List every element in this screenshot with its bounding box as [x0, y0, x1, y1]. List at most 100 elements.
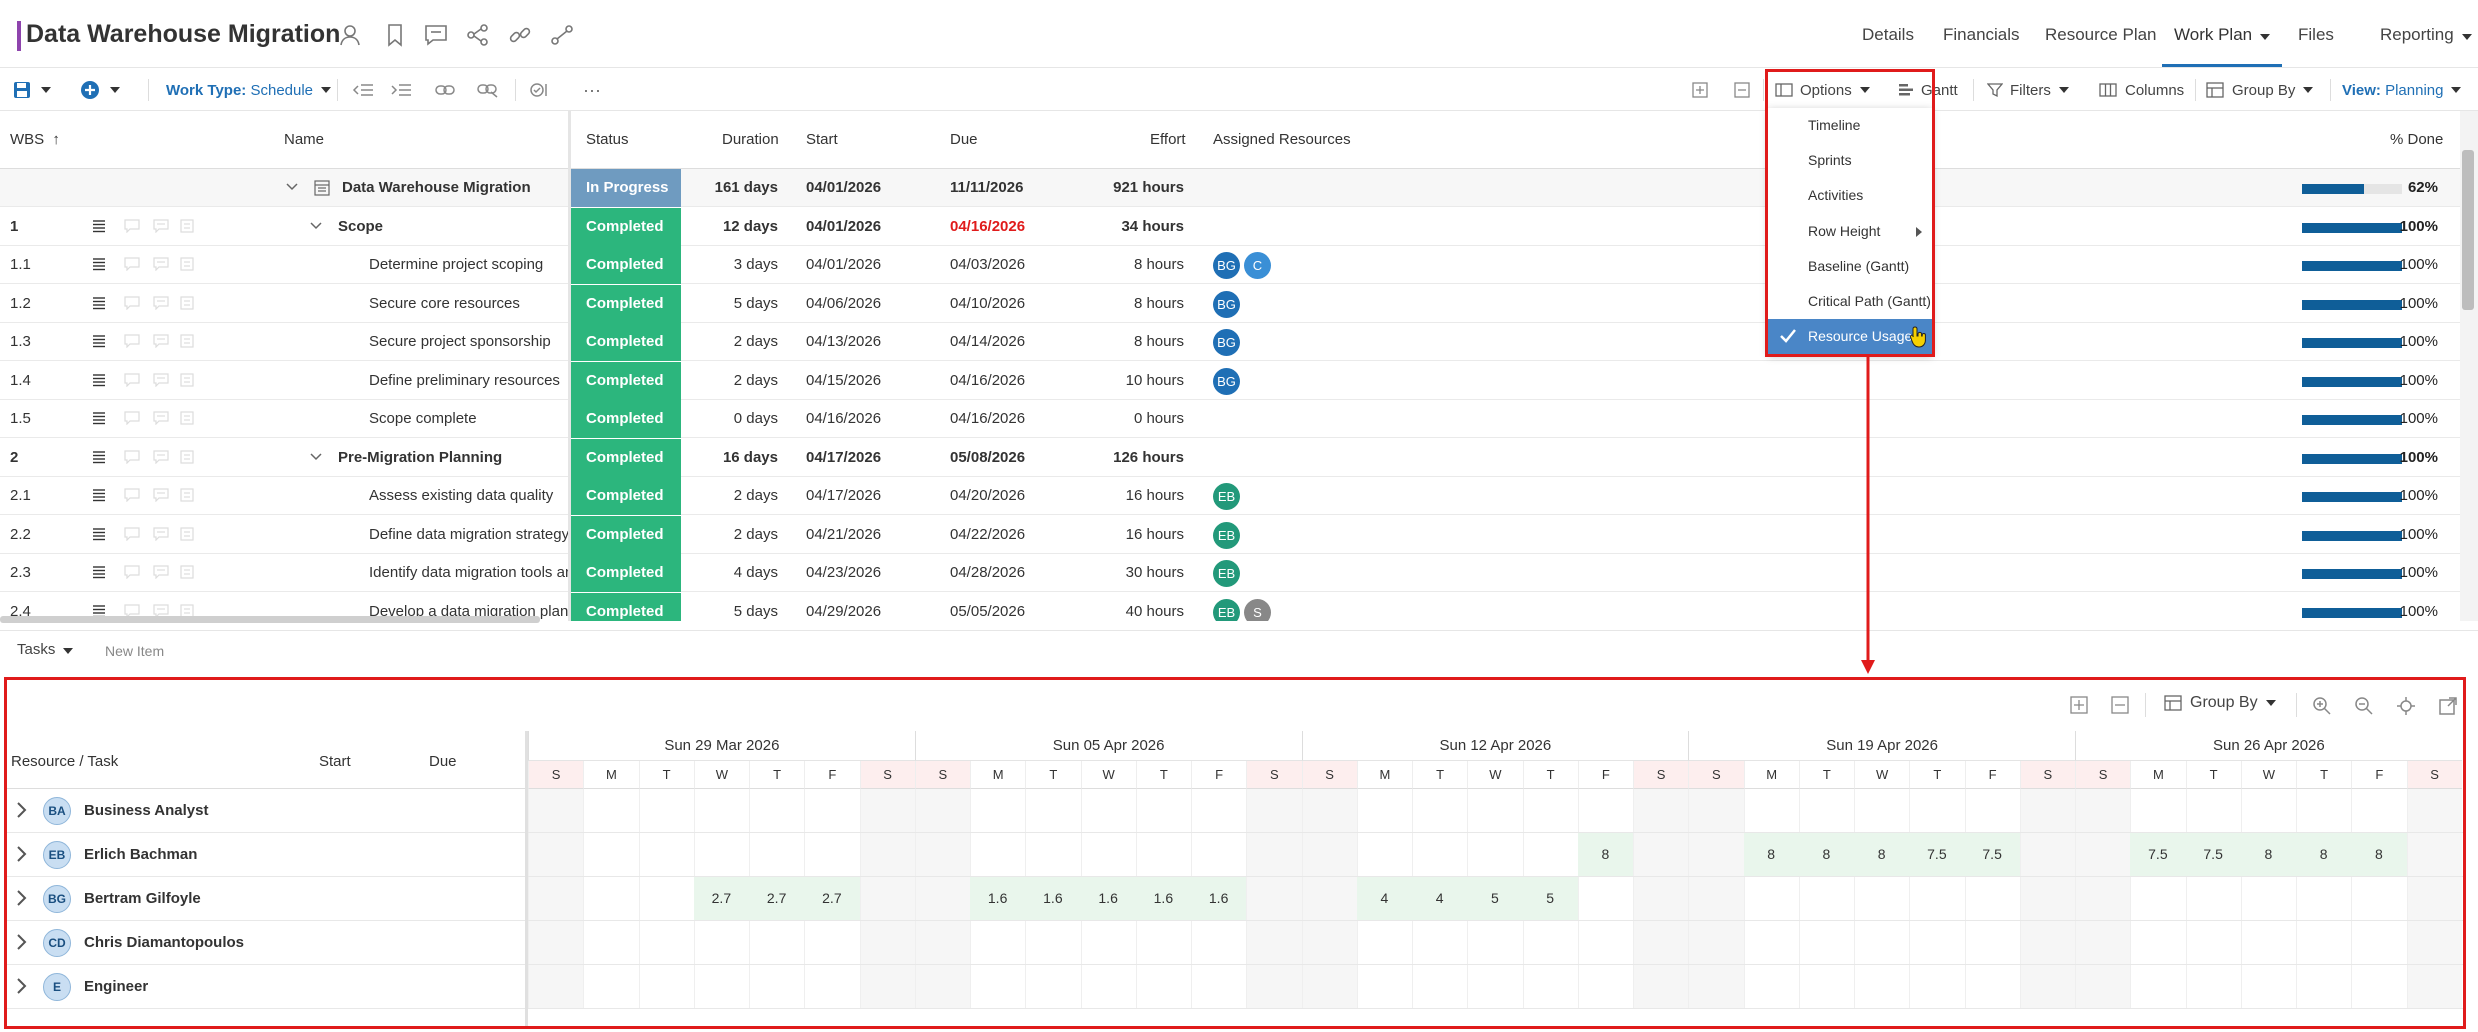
usage-cell[interactable]: 1.6: [1025, 877, 1081, 920]
start-date-cell[interactable]: 04/15/2026: [806, 362, 881, 400]
resource-name[interactable]: Business Analyst: [84, 789, 209, 833]
nav-reporting[interactable]: Reporting: [2380, 25, 2472, 45]
col-duration[interactable]: Duration: [722, 131, 779, 148]
resource-group-by-dropdown[interactable]: Group By: [2164, 694, 2276, 712]
col-resource-start[interactable]: Start: [319, 753, 351, 770]
start-date-cell[interactable]: 04/01/2026: [806, 246, 881, 284]
usage-cell[interactable]: 8: [1743, 833, 1799, 876]
resource-row[interactable]: E Engineer: [7, 965, 2463, 1009]
usage-cell[interactable]: 8: [2296, 833, 2352, 876]
chevron-down-icon[interactable]: [310, 221, 322, 230]
row-comment-icon[interactable]: [124, 334, 140, 348]
fit-to-view-icon[interactable]: [2396, 696, 2416, 716]
col-percent-done[interactable]: % Done: [2390, 131, 2443, 148]
chevron-down-icon[interactable]: [310, 452, 322, 461]
status-badge[interactable]: Completed: [571, 207, 681, 246]
menu-item-sprints[interactable]: Sprints: [1768, 143, 1932, 178]
menu-item-critical-path-gantt[interactable]: Critical Path (Gantt): [1768, 284, 1932, 319]
row-attachment-icon[interactable]: [180, 488, 194, 502]
share-icon[interactable]: [465, 22, 491, 48]
usage-cell[interactable]: 5: [1522, 877, 1578, 920]
effort-cell[interactable]: 8 hours: [1080, 285, 1184, 323]
avatar[interactable]: BG: [1213, 252, 1240, 279]
status-badge[interactable]: Completed: [571, 361, 681, 400]
start-date-cell[interactable]: 04/01/2026: [806, 208, 881, 246]
collapse-all-icon[interactable]: [1734, 69, 1750, 111]
row-attachment-icon[interactable]: [180, 295, 194, 310]
usage-cell[interactable]: 8: [2351, 833, 2407, 876]
drag-handle-icon[interactable]: [92, 527, 106, 541]
chevron-right-icon[interactable]: [16, 845, 28, 863]
row-attachment-icon[interactable]: [180, 218, 194, 233]
duration-cell[interactable]: 4 days: [692, 554, 778, 592]
start-date-cell[interactable]: 04/06/2026: [806, 285, 881, 323]
table-row[interactable]: 1.4 Define preliminary resources Completed…: [0, 361, 2460, 400]
avatar[interactable]: BG: [1213, 329, 1240, 356]
columns-button[interactable]: Columns: [2099, 69, 2184, 111]
start-date-cell[interactable]: 04/13/2026: [806, 323, 881, 361]
indent-icon[interactable]: [390, 69, 412, 111]
effort-cell[interactable]: 0 hours: [1080, 400, 1184, 438]
task-name[interactable]: Data Warehouse Migration: [342, 169, 531, 207]
start-date-cell[interactable]: 04/29/2026: [806, 593, 881, 622]
avatar[interactable]: C: [1244, 252, 1271, 279]
usage-cell[interactable]: 1.6: [1191, 877, 1247, 920]
effort-cell[interactable]: 16 hours: [1080, 477, 1184, 515]
usage-cell[interactable]: 8: [1577, 833, 1633, 876]
nav-financials[interactable]: Financials: [1943, 25, 2020, 45]
row-comment-icon[interactable]: [124, 565, 140, 579]
row-note-icon[interactable]: [153, 449, 169, 464]
row-comment-icon[interactable]: [124, 449, 140, 464]
expand-icon[interactable]: [2070, 696, 2088, 714]
status-badge[interactable]: Completed: [571, 438, 681, 477]
chevron-right-icon[interactable]: [16, 977, 28, 995]
row-attachment-icon[interactable]: [180, 257, 194, 271]
expand-all-icon[interactable]: [1692, 69, 1708, 111]
usage-cell[interactable]: 7.5: [1909, 833, 1965, 876]
row-note-icon[interactable]: [153, 218, 169, 233]
person-icon[interactable]: [338, 22, 364, 48]
table-row[interactable]: 1 Scope Completed 12 days 04/01/2026 04/16/20…: [0, 207, 2460, 246]
group-by-dropdown[interactable]: Group By: [2206, 69, 2314, 111]
chevron-right-icon[interactable]: [16, 933, 28, 951]
row-comment-icon[interactable]: [124, 218, 140, 233]
row-attachment-icon[interactable]: [180, 565, 194, 579]
comment-icon[interactable]: [423, 22, 449, 48]
resource-row[interactable]: BA Business Analyst: [7, 789, 2463, 833]
nav-resource-plan[interactable]: Resource Plan: [2045, 25, 2157, 45]
drag-handle-icon[interactable]: [92, 450, 106, 464]
table-row[interactable]: 1.1 Determine project scoping Completed 3 d…: [0, 246, 2460, 284]
row-comment-icon[interactable]: [124, 526, 140, 541]
chevron-down-icon[interactable]: [286, 183, 298, 191]
due-date-cell[interactable]: 05/08/2026: [950, 439, 1025, 477]
menu-item-row-height[interactable]: Row Height: [1768, 214, 1932, 249]
status-badge[interactable]: Completed: [571, 592, 681, 621]
col-resource-due[interactable]: Due: [429, 753, 457, 770]
zoom-out-icon[interactable]: [2354, 696, 2374, 716]
effort-cell[interactable]: 16 hours: [1080, 516, 1184, 554]
col-start[interactable]: Start: [806, 131, 838, 148]
resource-splitter[interactable]: [525, 731, 528, 1027]
avatar[interactable]: BG: [1213, 367, 1240, 395]
row-note-icon[interactable]: [153, 488, 169, 502]
task-name[interactable]: Scope: [338, 208, 383, 246]
link-tasks-icon[interactable]: [435, 69, 455, 111]
grid-horizontal-scrollbar[interactable]: [0, 616, 540, 623]
table-row[interactable]: Data Warehouse Migration In Progress 161 d…: [0, 169, 2460, 207]
save-menu-chevron-icon[interactable]: [37, 69, 51, 111]
tasks-tab[interactable]: Tasks: [17, 641, 74, 658]
col-assigned-resources[interactable]: Assigned Resources: [1213, 131, 1351, 148]
effort-cell[interactable]: 40 hours: [1080, 593, 1184, 622]
menu-item-activities[interactable]: Activities: [1768, 178, 1932, 213]
duration-cell[interactable]: 16 days: [692, 439, 778, 477]
nav-files[interactable]: Files: [2298, 25, 2334, 45]
status-badge[interactable]: In Progress: [571, 169, 681, 207]
effort-cell[interactable]: 921 hours: [1080, 169, 1184, 207]
table-row[interactable]: 2.1 Assess existing data quality Completed…: [0, 477, 2460, 515]
row-note-icon[interactable]: [153, 295, 169, 310]
add-button[interactable]: [80, 69, 100, 111]
row-attachment-icon[interactable]: [180, 372, 194, 387]
usage-cell[interactable]: 2.7: [749, 877, 805, 920]
duration-cell[interactable]: 2 days: [692, 323, 778, 361]
table-row[interactable]: 2.2 Define data migration strategy Complet…: [0, 515, 2460, 554]
